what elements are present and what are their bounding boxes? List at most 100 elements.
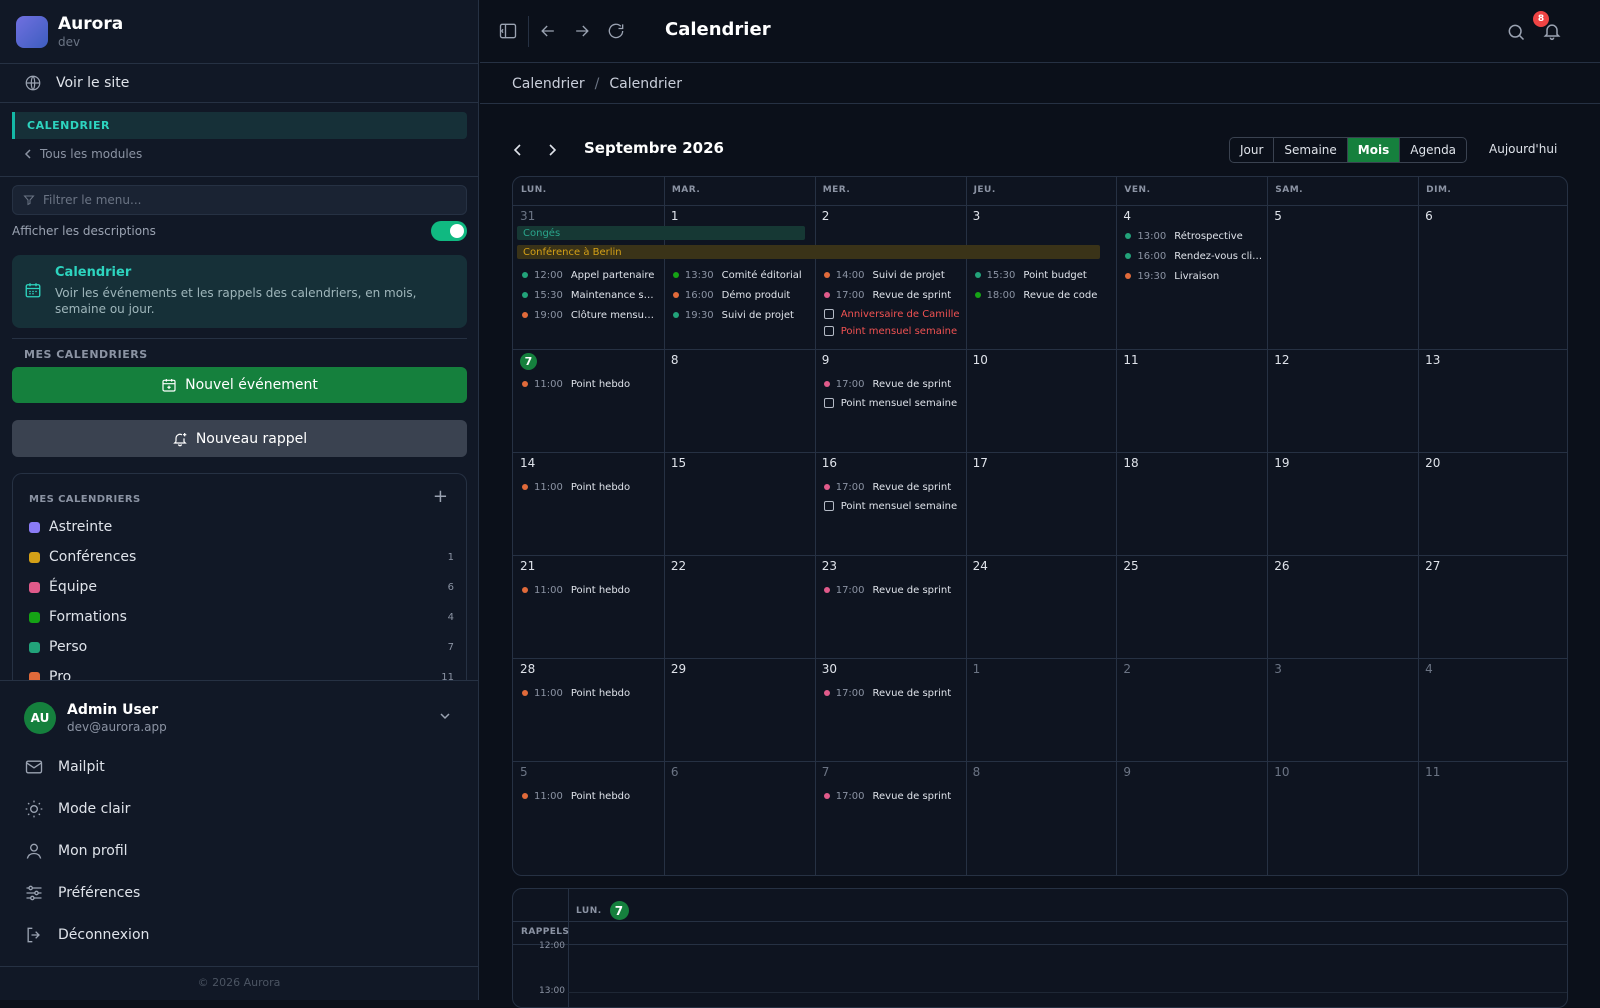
sidebar-toggle-icon[interactable]	[498, 21, 518, 41]
event-item[interactable]: 15:30 Point budget	[974, 267, 1112, 283]
refresh-icon[interactable]	[606, 21, 626, 41]
event-item[interactable]: 11:00 Point hebdo	[522, 788, 659, 804]
today-badge[interactable]: 7	[609, 901, 629, 920]
event-item[interactable]: 19:30 Livraison	[1125, 268, 1262, 284]
view-month[interactable]: Mois	[1347, 138, 1401, 162]
menu-logout[interactable]: Déconnexion	[24, 923, 149, 947]
event-item[interactable]: 17:00 Revue de sprint	[823, 287, 961, 303]
event-item[interactable]: 19:30 Suivi de projet	[672, 307, 810, 323]
day-cell[interactable]	[664, 761, 815, 875]
day-cell[interactable]	[815, 658, 966, 761]
event-item[interactable]: 11:00 Point hebdo	[522, 376, 659, 392]
day-cell[interactable]	[1418, 761, 1567, 875]
day-cell[interactable]	[1418, 452, 1567, 555]
day-cell[interactable]	[664, 658, 815, 761]
reminder-checkbox[interactable]	[823, 398, 834, 408]
day-cell[interactable]	[664, 555, 815, 658]
day-cell[interactable]	[1418, 349, 1567, 452]
day-cell[interactable]	[1267, 205, 1418, 349]
module-calendar[interactable]: CALENDRIER	[12, 112, 467, 139]
calendar-item[interactable]: Pro 11	[29, 666, 454, 680]
today-button[interactable]: Aujourd'hui	[1489, 142, 1557, 156]
show-descriptions-toggle[interactable]	[431, 221, 467, 241]
reminder-checkbox[interactable]	[823, 309, 834, 319]
menu-light-mode[interactable]: Mode clair	[24, 797, 130, 821]
calendar-item[interactable]: Astreinte	[29, 516, 454, 538]
next-month-icon[interactable]	[546, 143, 558, 157]
event-item[interactable]: 19:00 Clôture mensuelle	[522, 307, 659, 323]
event-item[interactable]: 15:30 Maintenance serveur	[522, 287, 659, 303]
event-item[interactable]: 11:00 Point hebdo	[522, 479, 659, 495]
day-cell[interactable]	[1116, 658, 1267, 761]
brand[interactable]: Aurora dev	[16, 14, 123, 49]
event-item[interactable]: 17:00 Revue de sprint	[823, 582, 961, 598]
new-reminder-button[interactable]: Nouveau rappel	[12, 420, 467, 457]
day-cell[interactable]	[664, 452, 815, 555]
day-cell[interactable]	[513, 452, 664, 555]
event-item[interactable]: 17:00 Revue de sprint	[823, 788, 961, 804]
event-item[interactable]: 16:00 Démo produit	[672, 287, 810, 303]
day-cell[interactable]	[966, 452, 1117, 555]
day-cell[interactable]	[513, 761, 664, 875]
event-item[interactable]: 14:00 Suivi de projet	[823, 267, 961, 283]
calendar-item[interactable]: Perso 7	[29, 636, 454, 658]
calendar-item[interactable]: Formations 4	[29, 606, 454, 628]
day-cell[interactable]	[513, 658, 664, 761]
day-cell[interactable]	[1267, 555, 1418, 658]
day-cell[interactable]	[815, 555, 966, 658]
event-item[interactable]: 13:00 Rétrospective	[1125, 228, 1262, 244]
reminder-item[interactable]: Point mensuel semaine	[823, 395, 961, 411]
prev-month-icon[interactable]	[512, 143, 524, 157]
day-cell[interactable]	[966, 349, 1117, 452]
menu-mailpit[interactable]: Mailpit	[24, 755, 105, 779]
reminder-item[interactable]: Anniversaire de Camille	[823, 306, 961, 322]
view-agenda[interactable]: Agenda	[1400, 138, 1466, 162]
day-cell[interactable]	[966, 658, 1117, 761]
event-item[interactable]: 17:00 Revue de sprint	[823, 685, 961, 701]
new-event-button[interactable]: Nouvel événement	[12, 367, 467, 403]
user-menu[interactable]: AU Admin User dev@aurora.app	[24, 702, 167, 736]
day-cell[interactable]	[1116, 761, 1267, 875]
day-cell[interactable]	[815, 761, 966, 875]
reminder-item[interactable]: Point mensuel semaine	[823, 323, 961, 339]
day-cell[interactable]	[1418, 555, 1567, 658]
calendar-item[interactable]: Conférences 1	[29, 546, 454, 568]
view-day[interactable]: Jour	[1230, 138, 1275, 162]
day-cell[interactable]	[1267, 349, 1418, 452]
day-cell[interactable]	[966, 555, 1117, 658]
day-cell[interactable]	[1267, 761, 1418, 875]
day-cell[interactable]	[966, 761, 1117, 875]
chevron-down-icon[interactable]	[440, 712, 450, 720]
day-cell[interactable]	[664, 349, 815, 452]
event-conges[interactable]: Congés	[517, 226, 805, 240]
day-cell[interactable]	[1116, 452, 1267, 555]
day-cell[interactable]	[513, 555, 664, 658]
reminder-item[interactable]: Point mensuel semaine	[823, 498, 961, 514]
event-item[interactable]: 11:00 Point hebdo	[522, 685, 659, 701]
event-item[interactable]: 16:00 Rendez-vous client	[1125, 248, 1262, 264]
event-item[interactable]: 18:00 Revue de code	[974, 287, 1112, 303]
event-item[interactable]: 17:00 Revue de sprint	[823, 479, 961, 495]
back-icon[interactable]	[538, 21, 558, 41]
reminder-checkbox[interactable]	[823, 501, 834, 511]
search-icon[interactable]	[1506, 22, 1526, 42]
day-cell[interactable]	[1116, 349, 1267, 452]
event-item[interactable]: 17:00 Revue de sprint	[823, 376, 961, 392]
filter-menu-input[interactable]: Filtrer le menu...	[12, 185, 467, 215]
day-cell[interactable]	[1267, 452, 1418, 555]
breadcrumb-root[interactable]: Calendrier	[512, 76, 585, 92]
event-item[interactable]: 11:00 Point hebdo	[522, 582, 659, 598]
view-site-link[interactable]: Voir le site	[0, 63, 478, 103]
day-cell[interactable]	[1418, 205, 1567, 349]
menu-preferences[interactable]: Préférences	[24, 881, 140, 905]
calendar-item[interactable]: Équipe 6	[29, 576, 454, 598]
add-calendar-button[interactable]: +	[433, 488, 448, 506]
event-conference-berlin[interactable]: Conférence à Berlin	[517, 245, 1100, 259]
event-item[interactable]: 12:00 Appel partenaire	[522, 267, 659, 283]
event-item[interactable]: 13:30 Comité éditorial	[672, 267, 810, 283]
day-cell[interactable]	[1418, 658, 1567, 761]
view-week[interactable]: Semaine	[1274, 138, 1348, 162]
forward-icon[interactable]	[572, 21, 592, 41]
reminder-checkbox[interactable]	[823, 326, 834, 336]
day-cell[interactable]	[1116, 555, 1267, 658]
